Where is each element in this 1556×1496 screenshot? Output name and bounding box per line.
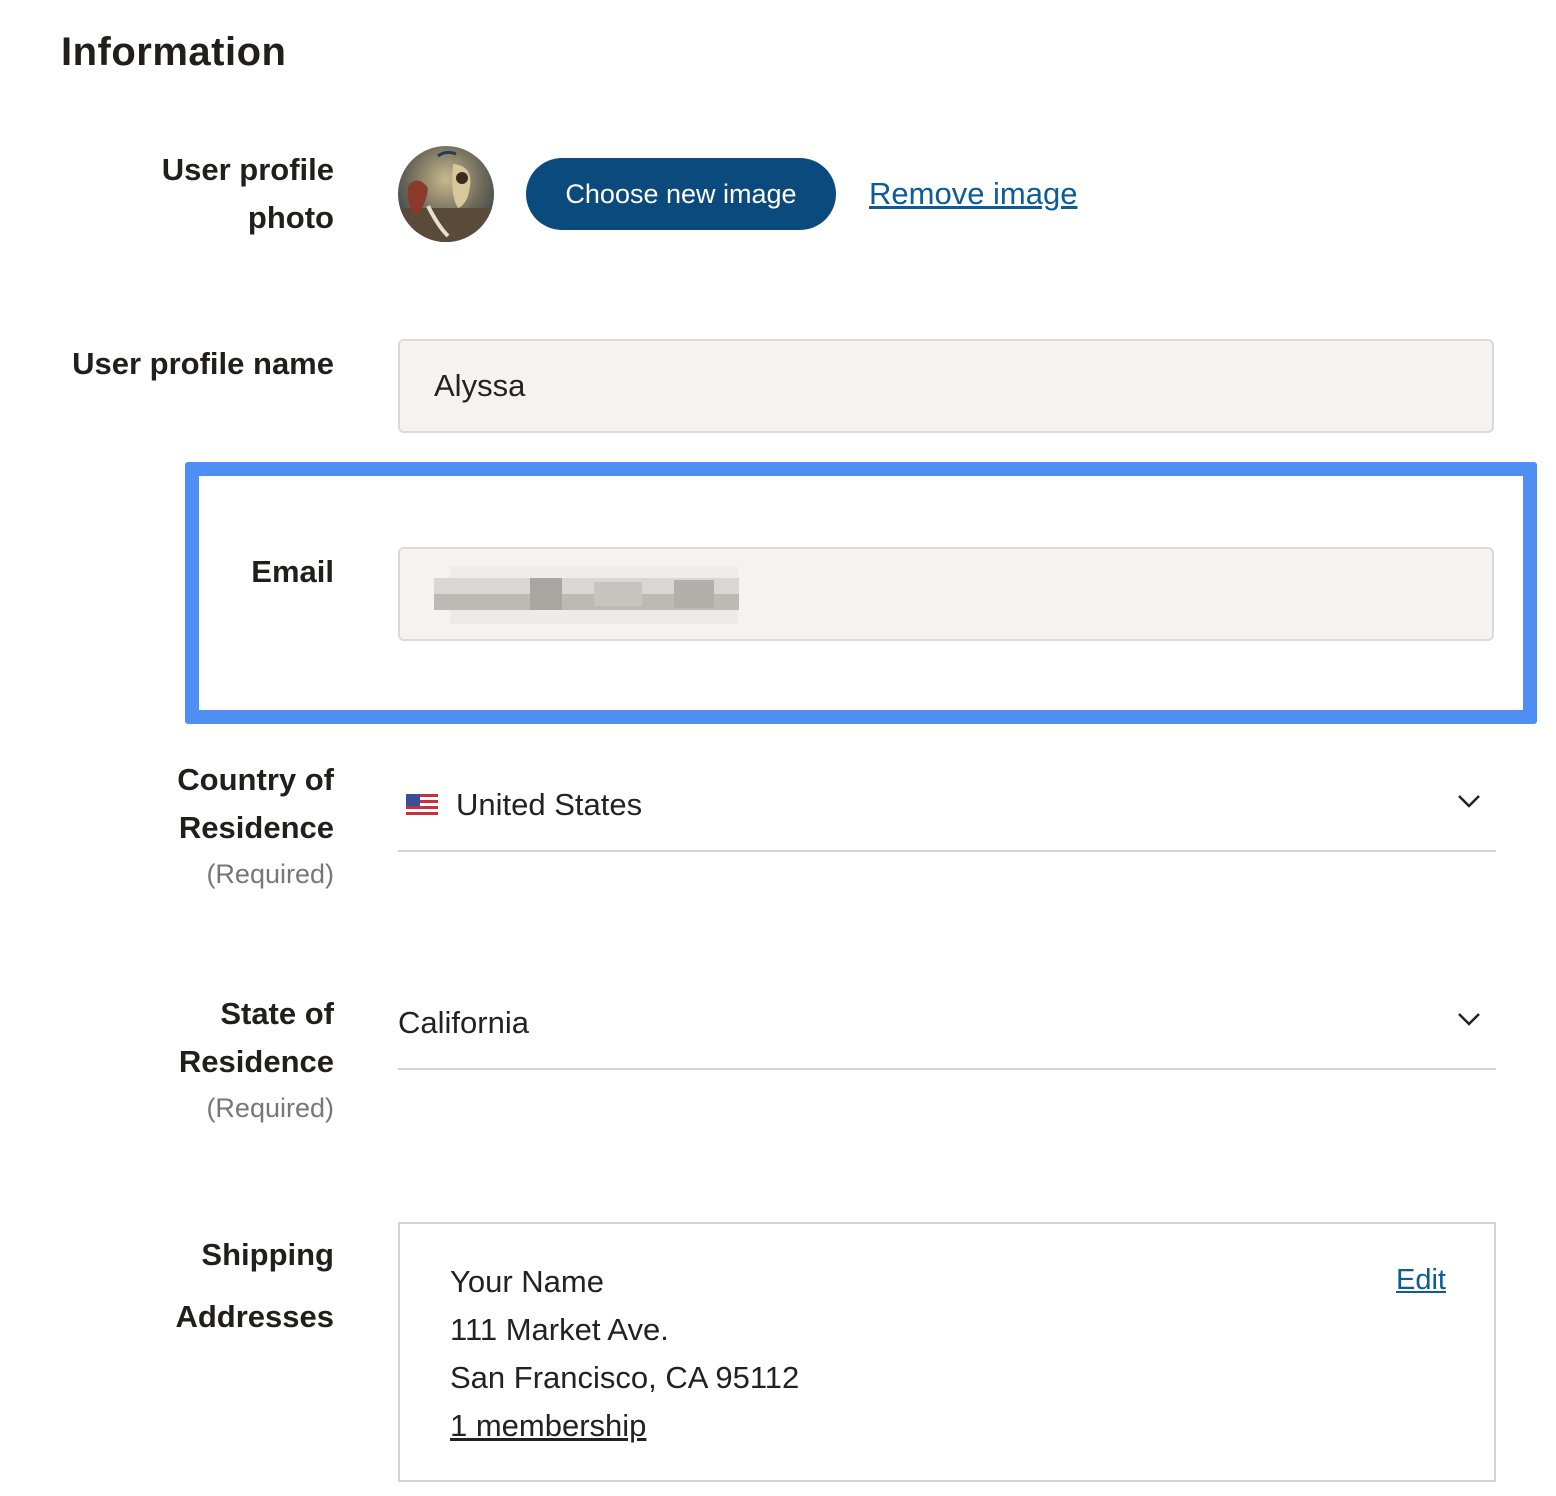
profile-photo-label-line2: photo — [247, 200, 334, 235]
state-label-line1: State of — [220, 996, 334, 1031]
email-label: Email — [251, 554, 334, 589]
edit-address-link[interactable]: Edit — [1396, 1264, 1446, 1297]
profile-photo-label: User profile photo — [34, 146, 334, 242]
address-block: Your Name 111 Market Ave. San Francisco,… — [450, 1258, 799, 1450]
avatar-image — [398, 146, 494, 242]
state-label: State of Residence (Required) — [34, 990, 334, 1130]
address-street: 111 Market Ave. — [450, 1312, 669, 1347]
address-name: Your Name — [450, 1264, 604, 1299]
profile-name-input[interactable]: Alyssa — [398, 339, 1494, 433]
state-label-line2: Residence — [178, 1044, 334, 1079]
shipping-label-line2: Addresses — [175, 1299, 334, 1334]
chevron-down-icon — [1458, 795, 1480, 808]
state-select[interactable]: California — [398, 978, 1496, 1070]
avatar — [398, 146, 494, 242]
chevron-down-icon — [1458, 1013, 1480, 1026]
country-select[interactable]: United States — [398, 760, 1496, 852]
shipping-address-card: Your Name 111 Market Ave. San Francisco,… — [398, 1222, 1496, 1482]
country-label-line2: Residence — [178, 810, 334, 845]
membership-link[interactable]: 1 membership — [450, 1402, 799, 1450]
choose-new-image-button[interactable]: Choose new image — [526, 158, 836, 230]
address-city: San Francisco, CA 95112 — [450, 1360, 800, 1395]
page-title: Information — [61, 30, 287, 74]
us-flag-icon — [406, 794, 438, 816]
email-input[interactable] — [398, 547, 1494, 641]
country-required-note: (Required) — [206, 859, 334, 889]
country-value: United States — [456, 787, 643, 822]
profile-photo-label-line1: User profile — [161, 152, 334, 187]
state-required-note: (Required) — [206, 1093, 334, 1123]
shipping-label-line1: Shipping — [201, 1237, 334, 1272]
profile-name-value: Alyssa — [434, 368, 526, 403]
country-label: Country of Residence (Required) — [34, 756, 334, 896]
country-label-line1: Country of — [177, 762, 334, 797]
shipping-label: Shipping Addresses — [34, 1224, 334, 1348]
profile-name-label: User profile name — [72, 346, 334, 381]
state-value: California — [398, 1005, 529, 1040]
remove-image-link[interactable]: Remove image — [869, 176, 1077, 212]
redacted-email-blur — [434, 566, 739, 624]
